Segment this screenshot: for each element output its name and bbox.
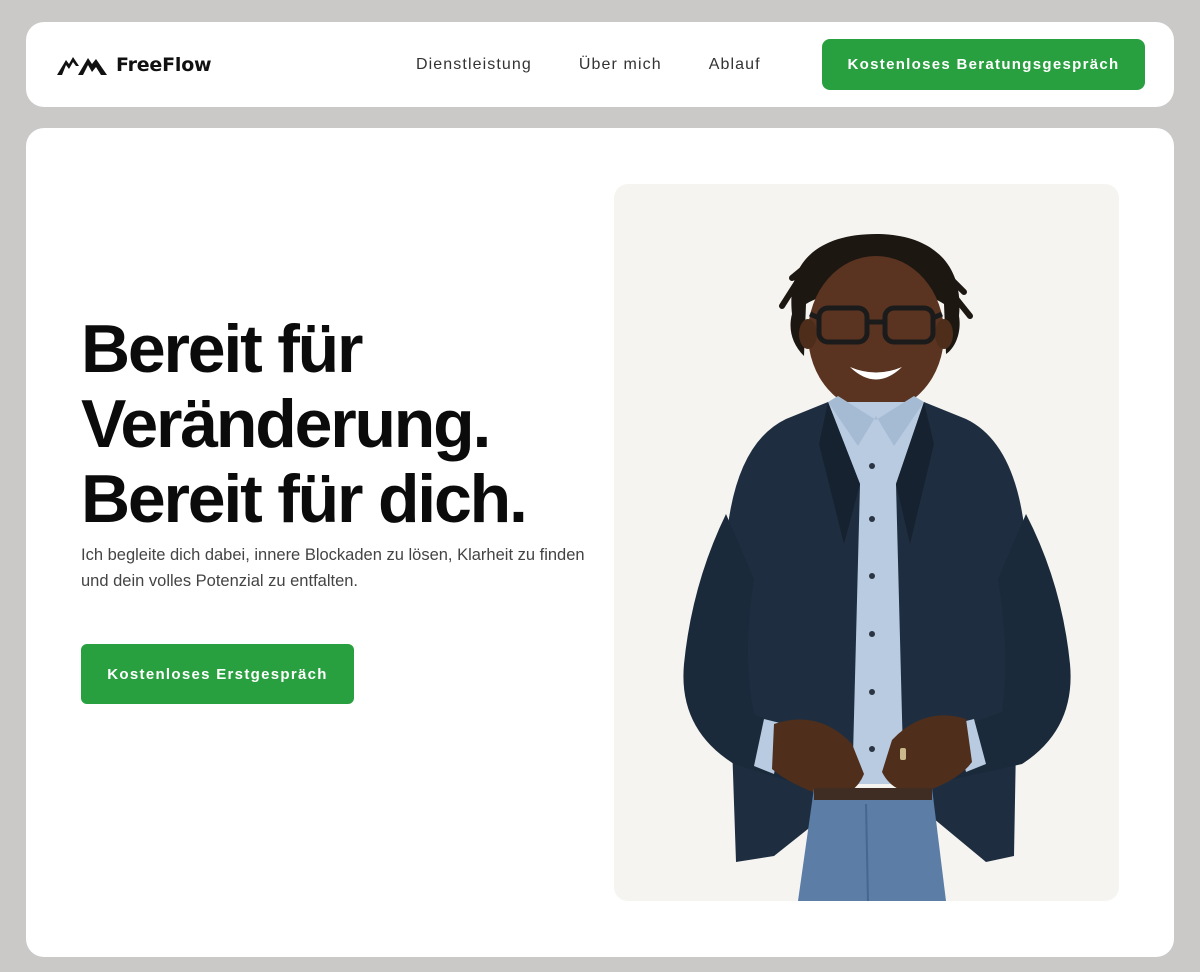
mountains-icon — [57, 57, 107, 75]
brand-name: FreeFlow — [116, 54, 212, 76]
portrait-illustration — [683, 234, 1071, 901]
nav-link-ueber-mich[interactable]: Über mich — [579, 56, 662, 74]
main-nav: Dienstleistung Über mich Ablauf — [416, 22, 761, 107]
navbar: FreeFlow Dienstleistung Über mich Ablauf… — [26, 22, 1174, 107]
hero-headline: Bereit für Veränderung. Bereit für dich. — [81, 312, 621, 537]
headline-line-3: Bereit für dich. — [81, 461, 528, 537]
nav-link-dienstleistung[interactable]: Dienstleistung — [416, 56, 532, 74]
headline-line-2: Veränderung. — [81, 386, 491, 462]
nav-link-ablauf[interactable]: Ablauf — [709, 56, 761, 74]
headline-line-1: Bereit für — [81, 311, 363, 387]
consultation-button[interactable]: Kostenloses Beratungsgespräch — [822, 39, 1145, 90]
first-consultation-button[interactable]: Kostenloses Erstgespräch — [81, 644, 354, 704]
hero-subtext: Ich begleite dich dabei, innere Blockade… — [81, 546, 585, 590]
portrait-photo — [614, 184, 1119, 901]
brand-logo-link[interactable]: FreeFlow — [56, 52, 212, 78]
hero-section: Bereit für Veränderung. Bereit für dich.… — [26, 128, 1174, 957]
